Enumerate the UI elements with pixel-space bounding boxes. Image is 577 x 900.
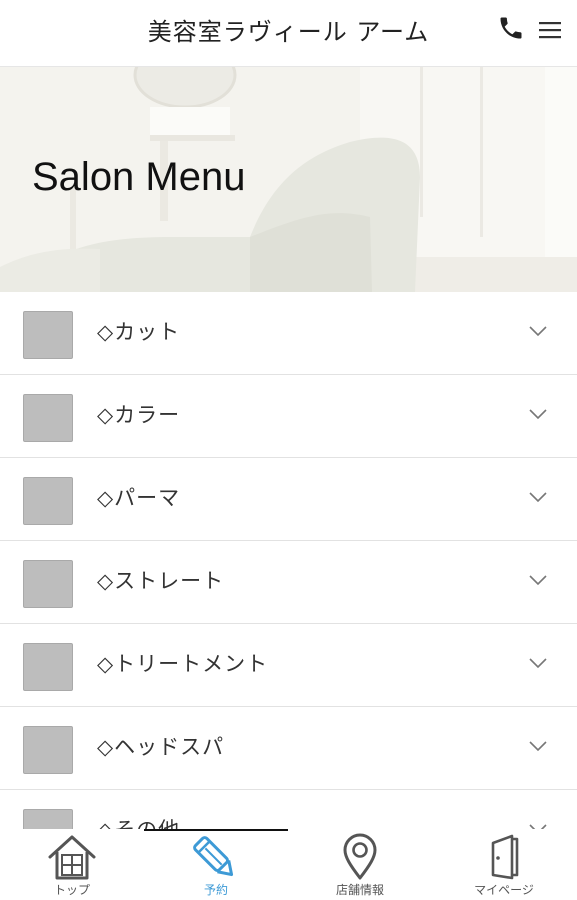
pencil-icon [193, 836, 234, 877]
menu-item-color[interactable]: ◇カラー [0, 375, 577, 458]
bottom-navigation-bar: トップ 予約 店舗情報 マイページ [0, 829, 577, 900]
map-pin-icon [343, 833, 377, 880]
chevron-down-icon [529, 575, 547, 586]
menu-item-straight[interactable]: ◇ストレート [0, 541, 577, 624]
chevron-down-icon [529, 326, 547, 337]
menu-item-label: ◇パーマ [97, 486, 181, 510]
tab-reservation[interactable]: 予約 [144, 829, 288, 900]
tab-my-page-label: マイページ [474, 883, 534, 897]
menu-item-thumbnail [23, 477, 73, 525]
menu-item-label: ◇カラー [97, 403, 181, 427]
hero-title: Salon Menu [32, 155, 246, 199]
tab-top-label: トップ [53, 883, 90, 897]
chevron-down-icon [529, 409, 547, 420]
app-header: 美容室ラヴィール アーム [0, 0, 577, 67]
chevron-down-icon [529, 741, 547, 752]
menu-item-cut[interactable]: ◇カット [0, 292, 577, 375]
tab-reservation-label: 予約 [203, 883, 228, 897]
menu-item-thumbnail [23, 726, 73, 774]
menu-item-head-spa[interactable]: ◇ヘッドスパ [0, 707, 577, 790]
chevron-down-icon [529, 658, 547, 669]
menu-item-label: ◇ヘッドスパ [97, 735, 225, 759]
menu-item-treatment[interactable]: ◇トリートメント [0, 624, 577, 707]
menu-item-label: ◇カット [97, 320, 181, 344]
home-icon [48, 835, 96, 880]
door-icon [491, 834, 519, 880]
hero-banner: Salon Menu [0, 67, 577, 292]
menu-item-thumbnail [23, 394, 73, 442]
menu-item-thumbnail [23, 311, 73, 359]
menu-item-thumbnail [23, 643, 73, 691]
salon-menu-list: ◇カット ◇カラー ◇パーマ ◇ストレート ◇トリートメント ◇ヘッドスパ [0, 292, 577, 873]
menu-item-thumbnail [23, 560, 73, 608]
tab-top[interactable]: トップ [0, 829, 144, 900]
tab-store-info[interactable]: 店舗情報 [288, 829, 432, 900]
app-screen: 美容室ラヴィール アーム Salon Menu ◇カット ◇カラー ◇パーマ ◇… [0, 0, 577, 900]
tab-my-page[interactable]: マイページ [432, 829, 576, 900]
menu-item-perm[interactable]: ◇パーマ [0, 458, 577, 541]
phone-icon[interactable] [497, 14, 525, 42]
chevron-down-icon [529, 492, 547, 503]
app-title: 美容室ラヴィール アーム [147, 18, 430, 46]
hamburger-menu-icon[interactable] [537, 18, 563, 42]
menu-item-label: ◇トリートメント [97, 652, 269, 676]
tab-store-info-label: 店舗情報 [335, 883, 384, 897]
menu-item-label: ◇ストレート [97, 569, 225, 593]
